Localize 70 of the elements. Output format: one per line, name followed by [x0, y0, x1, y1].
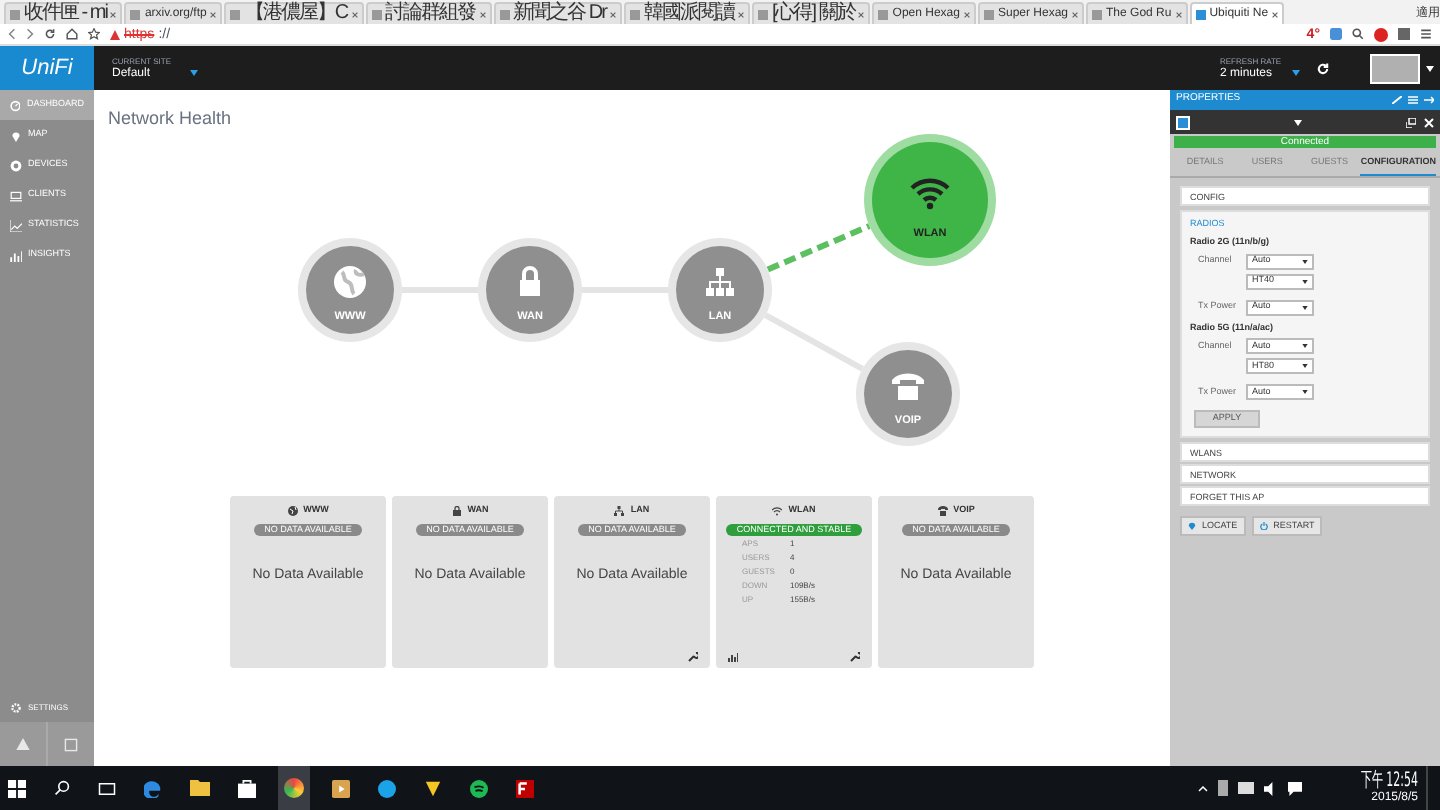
star-icon[interactable] — [88, 28, 100, 40]
chevron-up-icon[interactable] — [1198, 785, 1208, 791]
clock-time[interactable]: 下午 12:54 — [1360, 772, 1418, 792]
browser-tab[interactable]: 【港儂屋】C — [224, 2, 364, 24]
pin-icon[interactable] — [1392, 96, 1402, 104]
network-icon — [614, 505, 625, 516]
browser-tab[interactable]: [心得] 關於 — [751, 2, 871, 24]
expand-icon[interactable] — [1424, 96, 1434, 104]
folder-icon[interactable] — [190, 780, 210, 796]
lock-icon — [451, 505, 462, 516]
back-icon[interactable] — [8, 28, 16, 40]
media-player-icon[interactable] — [332, 779, 350, 797]
home-icon[interactable] — [66, 28, 78, 40]
volume-icon[interactable] — [1264, 781, 1278, 795]
search-icon[interactable] — [54, 780, 70, 796]
caret-icon[interactable] — [1294, 119, 1302, 125]
map-pin-icon — [10, 129, 22, 141]
wifi-icon — [772, 505, 783, 516]
browser-tab[interactable]: 新聞之谷 Dr — [493, 2, 622, 24]
stop-sign-icon[interactable] — [1374, 27, 1388, 41]
caret-icon[interactable] — [1426, 65, 1434, 71]
wrench-icon[interactable] — [850, 652, 860, 662]
unifi-logo: UniFi — [0, 46, 94, 90]
task-view-icon[interactable] — [98, 781, 116, 795]
store-bag-icon[interactable] — [238, 779, 256, 797]
caret-icon — [1302, 259, 1308, 263]
bar-chart-icon[interactable] — [728, 652, 738, 662]
phone-icon — [937, 505, 948, 516]
caret-icon[interactable] — [1292, 70, 1300, 76]
globe-icon — [287, 505, 298, 516]
message-icon[interactable] — [1288, 781, 1302, 795]
dashboard-icon — [10, 99, 21, 111]
laptop-icon — [10, 189, 22, 201]
wrench-icon[interactable] — [688, 652, 698, 662]
caret-icon[interactable] — [190, 70, 199, 76]
power-icon — [1259, 522, 1268, 531]
extension-icon[interactable] — [1330, 28, 1342, 40]
caret-icon — [1302, 279, 1308, 283]
edge-browser-icon[interactable] — [144, 779, 162, 797]
menu-icon[interactable] — [1420, 28, 1432, 40]
line-chart-icon — [10, 219, 22, 231]
refresh-icon[interactable] — [1316, 61, 1330, 75]
browser-tab[interactable]: 韓國派閱讀 — [623, 2, 750, 24]
caret-icon — [1302, 305, 1308, 309]
caret-icon — [1302, 390, 1308, 395]
reload-icon[interactable] — [44, 28, 56, 40]
caret-icon — [1302, 344, 1308, 349]
bar-chart-icon — [10, 249, 22, 261]
skype-icon[interactable] — [378, 779, 396, 797]
device-icon[interactable] — [1176, 115, 1190, 129]
caret-icon — [1302, 364, 1308, 369]
connector-line — [766, 223, 871, 273]
pop-out-icon[interactable] — [1406, 117, 1416, 127]
settings-icon — [10, 702, 22, 714]
connector-line — [764, 312, 864, 372]
search-icon[interactable] — [1352, 28, 1364, 40]
browser-tab[interactable]: 討論群組發 — [365, 2, 492, 24]
map-pin-icon — [1188, 522, 1196, 531]
avatar[interactable] — [1370, 53, 1420, 83]
browser-tab[interactable]: 收件匣 - mi — [4, 2, 123, 24]
spotify-icon[interactable] — [470, 779, 488, 797]
app-icon[interactable] — [424, 779, 442, 797]
filezilla-icon[interactable] — [516, 779, 534, 797]
page-title: Network Health — [108, 106, 232, 132]
forward-icon[interactable] — [26, 28, 34, 40]
close-icon[interactable] — [1272, 11, 1279, 17]
device-icon — [10, 159, 22, 171]
chrome-browser-icon[interactable] — [278, 766, 310, 810]
warning-icon — [110, 29, 120, 39]
windows-start-icon[interactable] — [8, 779, 26, 797]
